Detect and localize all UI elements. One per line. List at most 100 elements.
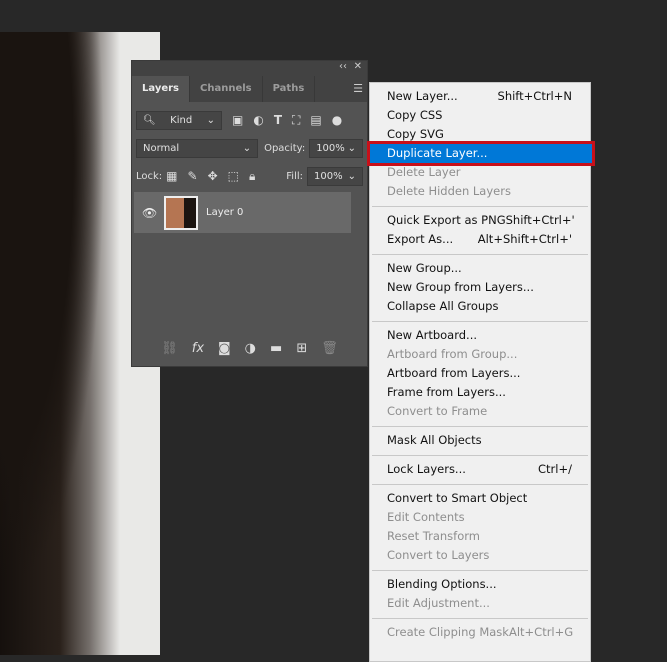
menu-item-shortcut: Shift+Ctrl+N [497, 89, 572, 103]
image-filter-icon[interactable]: ▣ [232, 113, 243, 127]
trash-icon[interactable]: 🗑︎ [321, 341, 338, 356]
folder-icon[interactable]: ▬ [270, 341, 282, 356]
menu-item-copy-svg[interactable]: Copy SVG [370, 125, 590, 144]
fill-value: 100% [314, 170, 343, 182]
menu-item-label: Frame from Layers... [387, 385, 506, 399]
menu-item-label: Delete Layer [387, 165, 461, 179]
menu-item-copy-css[interactable]: Copy CSS [370, 106, 590, 125]
menu-item-new-artboard[interactable]: New Artboard... [370, 326, 590, 345]
menu-item-shortcut: Alt+Shift+Ctrl+' [477, 232, 572, 246]
menu-item-artboard-from-layers[interactable]: Artboard from Layers... [370, 364, 590, 383]
menu-item-label: New Artboard... [387, 328, 478, 342]
menu-item-collapse-all-groups[interactable]: Collapse All Groups [370, 297, 590, 316]
smart-object-filter-icon[interactable]: ▤ [310, 113, 321, 127]
menu-item-delete-hidden-layers: Delete Hidden Layers [370, 182, 590, 201]
search-icon: 🔍︎ [143, 114, 156, 126]
menu-item-edit-adjustment: Edit Adjustment... [370, 594, 590, 613]
tab-layers[interactable]: Layers [132, 76, 190, 102]
lock-artboard-icon[interactable]: ⬚ [228, 169, 239, 183]
menu-item-shortcut: Shift+Ctrl+' [505, 213, 575, 227]
menu-item-label: Artboard from Layers... [387, 366, 521, 380]
layers-panel-menu: New Layer... Shift+Ctrl+N Copy CSS Copy SVG… [367, 82, 595, 662]
opacity-input[interactable]: 100% ⌄ [309, 138, 363, 158]
menu-item-label: Copy SVG [387, 127, 444, 141]
fill-label: Fill: [286, 170, 303, 182]
menu-item-label: Edit Contents [387, 510, 465, 524]
close-panel-button[interactable]: ✕ [354, 61, 362, 72]
menu-item-shortcut: Ctrl+/ [538, 462, 572, 476]
menu-item-label: Convert to Layers [387, 548, 490, 562]
menu-item-new-layer[interactable]: New Layer... Shift+Ctrl+N [370, 87, 590, 106]
menu-item-mask-all-objects[interactable]: Mask All Objects [370, 431, 590, 450]
new-layer-icon[interactable]: ⊞ [296, 341, 307, 356]
menu-item-label: New Layer... [387, 89, 458, 103]
layer-thumbnail [164, 195, 198, 230]
lock-image-icon[interactable]: ✎ [188, 169, 198, 183]
adjustment-filter-icon[interactable]: ◐ [253, 113, 263, 127]
menu-separator [372, 206, 588, 207]
menu-item-convert-to-smart-object[interactable]: Convert to Smart Object [370, 489, 590, 508]
menu-item-export-as[interactable]: Export As... Alt+Shift+Ctrl+' [370, 230, 590, 249]
link-icon[interactable]: ⛓ [161, 341, 178, 356]
layers-panel: ‹‹ ✕ Layers Channels Paths ☰ 🔍︎ Kind ⌄ ▣ ◐ … [131, 60, 368, 367]
blend-mode-select[interactable]: Normal ⌄ [136, 138, 259, 158]
chevron-down-icon: ⌄ [347, 170, 356, 182]
adjustment-layer-icon[interactable]: ◑ [245, 341, 256, 356]
menu-item-new-group[interactable]: New Group... [370, 259, 590, 278]
tab-paths[interactable]: Paths [263, 76, 316, 102]
menu-item-label: New Group from Layers... [387, 280, 534, 294]
shape-filter-icon[interactable]: ⛶ [292, 113, 300, 128]
lock-all-icon[interactable]: 🔒︎ [249, 169, 255, 184]
menu-item-shortcut: Alt+Ctrl+G [508, 625, 574, 639]
chevron-down-icon: ⌄ [206, 114, 215, 126]
menu-item-label: Collapse All Groups [387, 299, 499, 313]
menu-item-frame-from-layers[interactable]: Frame from Layers... [370, 383, 590, 402]
menu-item-label: Mask All Objects [387, 433, 482, 447]
menu-item-create-clipping-mask: Create Clipping Mask Alt+Ctrl+G [370, 623, 590, 642]
menu-item-lock-layers[interactable]: Lock Layers... Ctrl+/ [370, 460, 590, 479]
menu-item-delete-layer: Delete Layer [370, 163, 590, 182]
lock-transparent-icon[interactable]: ▦ [166, 169, 177, 183]
menu-item-label: Convert to Frame [387, 404, 488, 418]
layer-row[interactable]: 👁︎ Layer 0 [134, 192, 351, 233]
chevron-down-icon: ⌄ [347, 142, 356, 154]
hair-image [0, 32, 120, 655]
menu-item-label: Delete Hidden Layers [387, 184, 511, 198]
menu-item-label: Edit Adjustment... [387, 596, 490, 610]
chevron-down-icon: ⌄ [242, 142, 252, 154]
menu-item-convert-to-frame: Convert to Frame [370, 402, 590, 421]
menu-item-label: Artboard from Group... [387, 347, 518, 361]
type-filter-icon[interactable]: T [274, 113, 282, 127]
collapse-panel-button[interactable]: ‹‹ [339, 61, 347, 72]
opacity-label: Opacity: [264, 142, 306, 154]
menu-separator [372, 254, 588, 255]
menu-separator [372, 426, 588, 427]
menu-item-quick-export-as-png[interactable]: Quick Export as PNG Shift+Ctrl+' [370, 211, 590, 230]
filter-toggle[interactable]: ● [332, 113, 342, 127]
menu-item-label: Reset Transform [387, 529, 480, 543]
add-mask-icon[interactable]: ◙ [218, 341, 231, 356]
filter-kind-select[interactable]: 🔍︎ Kind ⌄ [136, 110, 222, 130]
eye-icon[interactable]: 👁︎ [142, 206, 157, 220]
menu-item-label: Blending Options... [387, 577, 497, 591]
menu-item-label: Export As... [387, 232, 454, 246]
fill-input[interactable]: 100% ⌄ [307, 166, 363, 186]
menu-separator [372, 321, 588, 322]
menu-separator [372, 484, 588, 485]
menu-item-convert-to-layers: Convert to Layers [370, 546, 590, 565]
menu-separator [372, 618, 588, 619]
blend-mode-value: Normal [143, 142, 180, 154]
panel-menu-icon[interactable]: ☰ [353, 82, 363, 95]
menu-separator [372, 455, 588, 456]
menu-item-blending-options[interactable]: Blending Options... [370, 575, 590, 594]
menu-item-label: Duplicate Layer... [387, 146, 488, 160]
menu-item-label: Create Clipping Mask [387, 625, 509, 639]
menu-item-reset-transform: Reset Transform [370, 527, 590, 546]
menu-item-duplicate-layer[interactable]: Duplicate Layer... [367, 141, 595, 166]
layer-name: Layer 0 [206, 207, 244, 218]
menu-item-new-group-from-layers[interactable]: New Group from Layers... [370, 278, 590, 297]
fx-icon[interactable]: fx [192, 341, 204, 356]
tab-channels[interactable]: Channels [190, 76, 263, 102]
lock-position-icon[interactable]: ✥ [208, 169, 218, 183]
opacity-value: 100% [316, 142, 345, 154]
